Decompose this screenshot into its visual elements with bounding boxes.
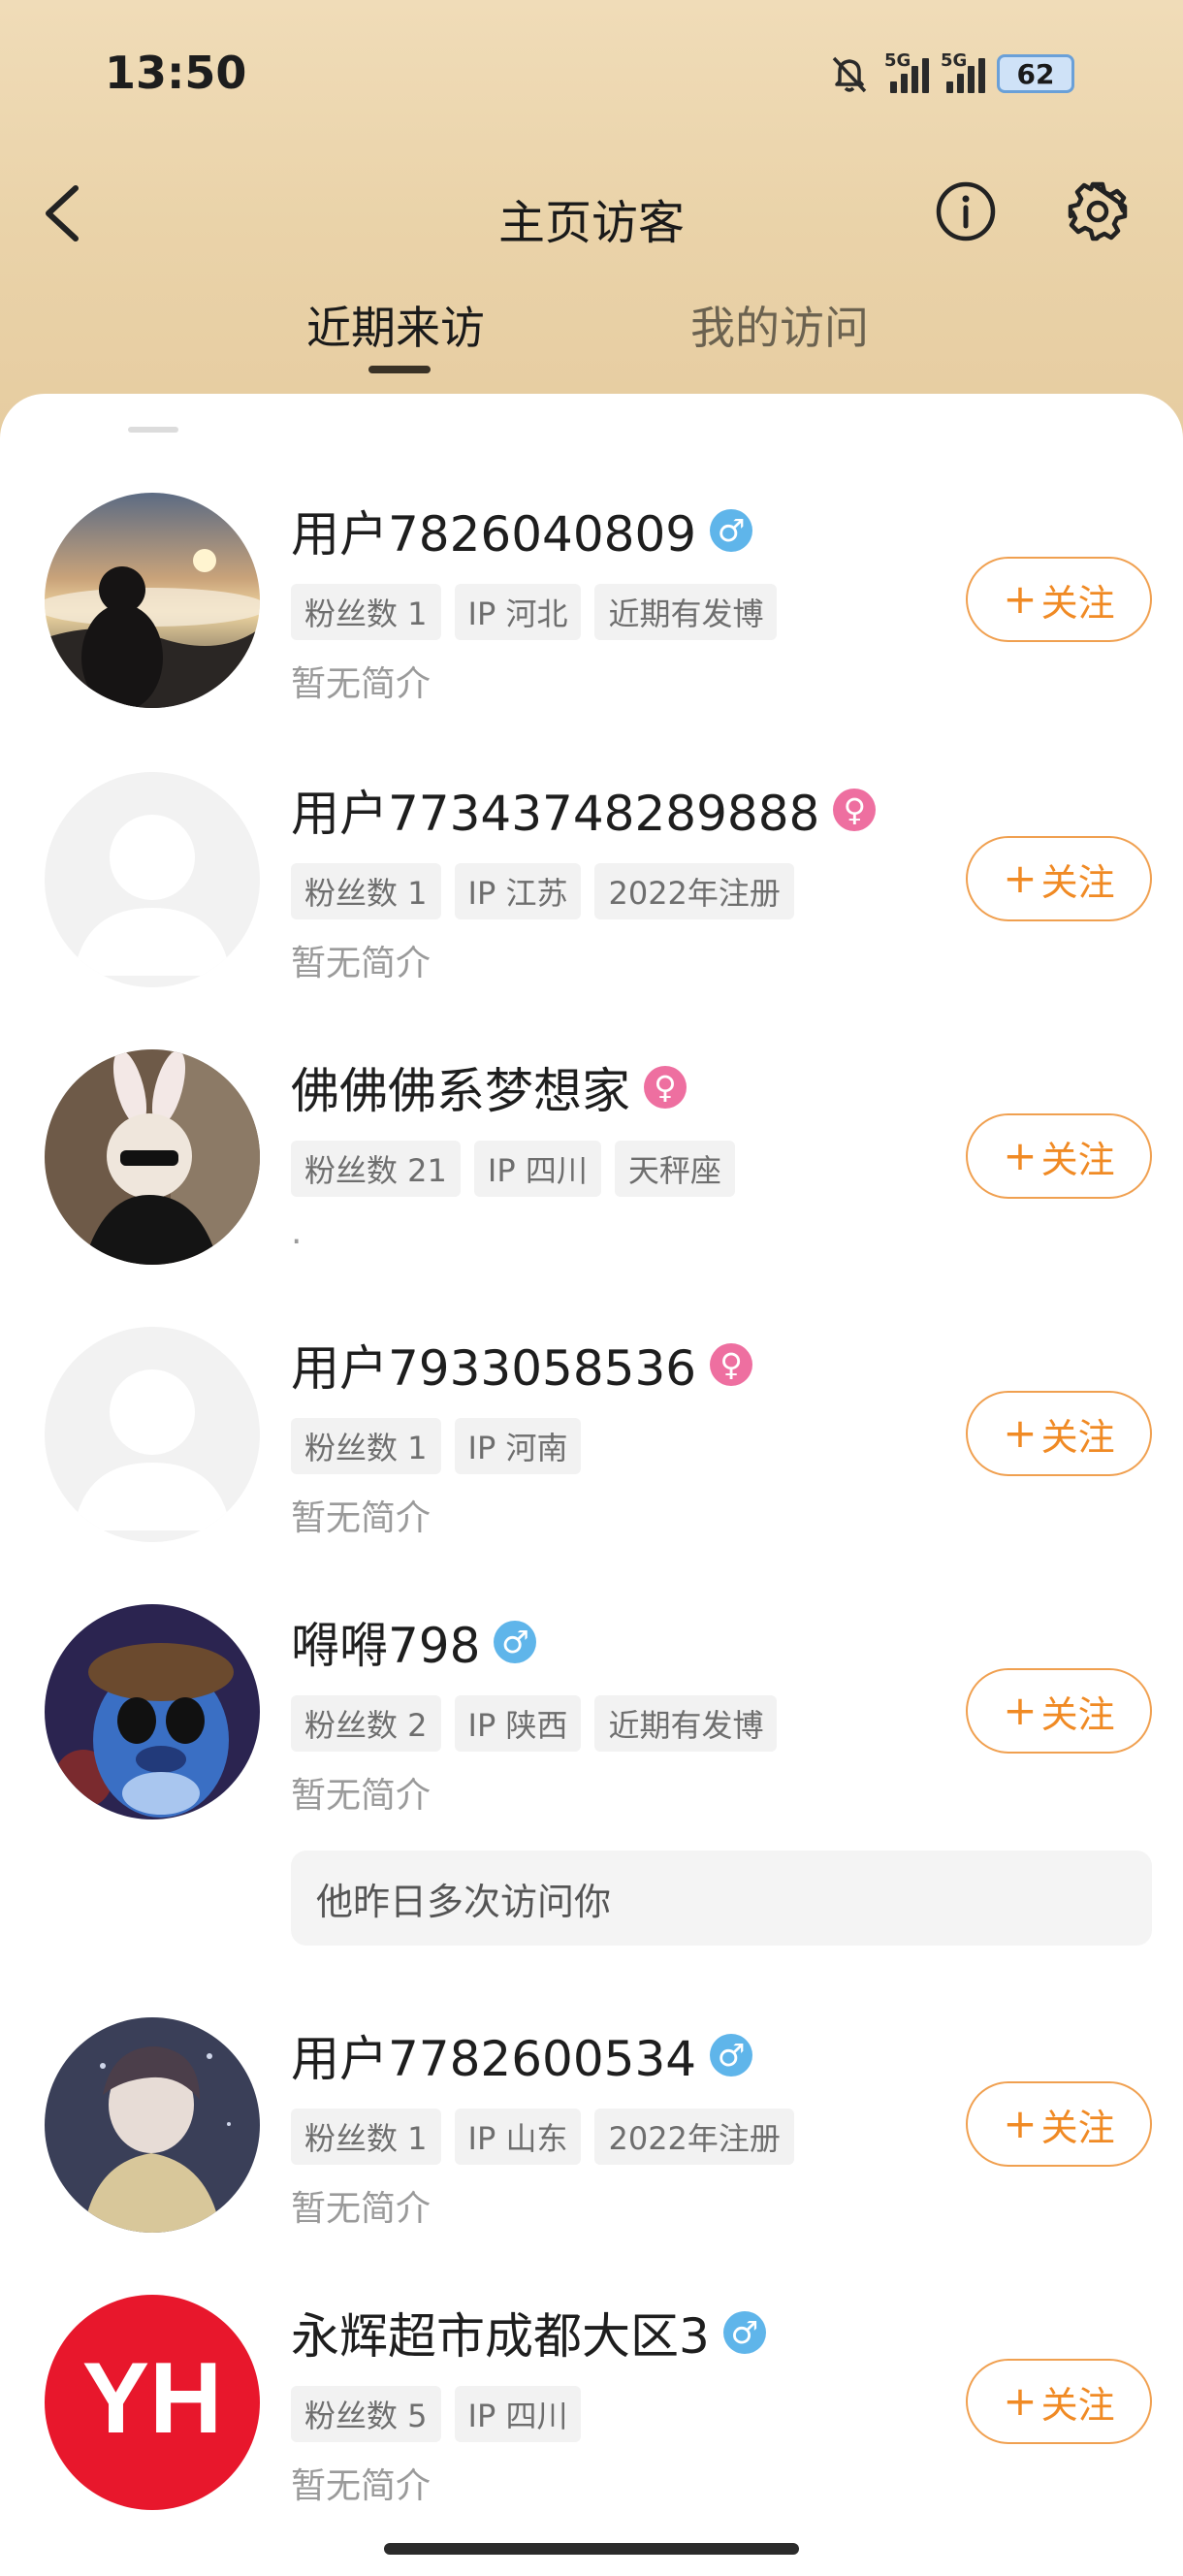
info-tag: 近期有发博	[594, 1695, 778, 1752]
plus-icon: +	[1003, 2377, 1038, 2425]
avatar[interactable]	[45, 2017, 260, 2233]
bio-text: .	[291, 1212, 303, 1252]
yh-logo-avatar[interactable]: YH	[45, 2295, 260, 2510]
visitor-row[interactable]: 佛佛佛系梦想家 ♀ 粉丝数 21 IP 四川 天秤座 . + 关注	[0, 1049, 1183, 1272]
visitor-row[interactable]: 用户7933058536 ♀ 粉丝数 1 IP 河南 暂无简介 + 关注	[0, 1327, 1183, 1550]
info-tag: 2022年注册	[594, 2109, 794, 2165]
plus-icon: +	[1003, 1409, 1038, 1457]
visitor-name[interactable]: 嘚嘚798	[291, 1607, 480, 1677]
visitor-row[interactable]: 用户7782600534 ♂ 粉丝数 1 IP 山东 2022年注册 暂无简介 …	[0, 2017, 1183, 2240]
fans-count-tag: 粉丝数 2	[291, 1695, 441, 1752]
plus-icon: +	[1003, 1132, 1038, 1179]
ip-location-tag: IP 陕西	[454, 1695, 582, 1752]
fans-count-tag: 粉丝数 1	[291, 863, 441, 919]
tab-my-visits[interactable]: 我的访问	[690, 293, 869, 357]
visitor-name[interactable]: 永辉超市成都大区3	[291, 2298, 710, 2367]
follow-button[interactable]: + 关注	[966, 836, 1152, 921]
default-avatar[interactable]	[45, 1327, 260, 1542]
visitor-name[interactable]: 用户77343748289888	[291, 775, 819, 845]
visit-notice: 他昨日多次访问你	[291, 1851, 1152, 1946]
follow-button[interactable]: + 关注	[966, 557, 1152, 642]
fans-count-tag: 粉丝数 1	[291, 1418, 441, 1474]
signal-5g-2-icon: 5G	[941, 50, 985, 93]
default-avatar[interactable]	[45, 772, 260, 987]
yh-logo-text: YH	[82, 2342, 222, 2455]
signal-5g-1-icon: 5G	[884, 50, 929, 93]
status-time: 13:50	[105, 47, 247, 99]
partially-hidden-row-edge	[128, 427, 178, 433]
visitor-row[interactable]: YH 永辉超市成都大区3 ♂ 粉丝数 5 IP 四川 暂无简介 + 关注	[0, 2295, 1183, 2518]
follow-button[interactable]: + 关注	[966, 1391, 1152, 1476]
follow-button[interactable]: + 关注	[966, 1668, 1152, 1754]
tab-recent-visits[interactable]: 近期来访	[306, 293, 485, 357]
fans-count-tag: 粉丝数 1	[291, 584, 441, 640]
ip-location-tag: IP 江苏	[454, 863, 582, 919]
default-user-icon	[45, 1327, 260, 1542]
female-gender-icon: ♀	[833, 789, 877, 831]
avatar[interactable]	[45, 1049, 260, 1265]
info-icon	[936, 181, 996, 242]
visitor-name[interactable]: 用户7933058536	[291, 1330, 696, 1400]
female-gender-icon: ♀	[644, 1066, 687, 1109]
avatar[interactable]	[45, 1604, 260, 1819]
tab-active-indicator	[368, 366, 431, 373]
male-gender-icon: ♂	[710, 2034, 753, 2077]
visitor-name[interactable]: 用户7782600534	[291, 2020, 696, 2090]
bio-text: 暂无简介	[291, 1498, 432, 1538]
ip-location-tag: IP 河南	[454, 1418, 582, 1474]
fans-count-tag: 粉丝数 1	[291, 2109, 441, 2165]
status-icons: 5G 5G 62	[826, 48, 1074, 99]
gear-icon	[1068, 181, 1128, 242]
ip-location-tag: IP 河北	[454, 584, 582, 640]
battery-indicator: 62	[997, 54, 1074, 93]
male-gender-icon: ♂	[722, 2311, 766, 2354]
info-tag: 天秤座	[614, 1141, 735, 1197]
bio-text: 暂无简介	[291, 1776, 432, 1816]
fans-count-tag: 粉丝数 5	[291, 2386, 441, 2442]
follow-button[interactable]: + 关注	[966, 2359, 1152, 2444]
visitor-row[interactable]: 嘚嘚798 ♂ 粉丝数 2 IP 陕西 近期有发博 暂无简介 + 关注	[0, 1604, 1183, 1827]
info-button[interactable]	[935, 180, 997, 242]
bio-text: 暂无简介	[291, 664, 432, 704]
ip-location-tag: IP 四川	[473, 1141, 601, 1197]
mute-bell-icon	[832, 56, 867, 93]
visitor-name[interactable]: 用户7826040809	[291, 496, 696, 565]
plus-icon: +	[1003, 2100, 1038, 2147]
follow-button[interactable]: + 关注	[966, 2081, 1152, 2167]
visitor-name[interactable]: 佛佛佛系梦想家	[291, 1052, 630, 1122]
plus-icon: +	[1003, 854, 1038, 902]
avatar[interactable]	[45, 493, 260, 708]
bio-text: 暂无简介	[291, 2466, 432, 2506]
settings-button[interactable]	[1067, 180, 1129, 242]
default-user-icon	[45, 772, 260, 987]
ip-location-tag: IP 山东	[454, 2109, 582, 2165]
bio-text: 暂无简介	[291, 2189, 432, 2229]
ip-location-tag: IP 四川	[454, 2386, 582, 2442]
home-indicator[interactable]	[384, 2543, 799, 2555]
visitor-row[interactable]: 用户7826040809 ♂ 粉丝数 1 IP 河北 近期有发博 暂无简介 + 关…	[0, 493, 1183, 716]
plus-icon: +	[1003, 575, 1038, 623]
visitor-row[interactable]: 用户77343748289888 ♀ 粉丝数 1 IP 江苏 2022年注册 暂…	[0, 772, 1183, 995]
plus-icon: +	[1003, 1687, 1038, 1734]
follow-button[interactable]: + 关注	[966, 1113, 1152, 1199]
info-tag: 近期有发博	[594, 584, 778, 640]
fans-count-tag: 粉丝数 21	[291, 1141, 461, 1197]
female-gender-icon: ♀	[710, 1343, 753, 1386]
male-gender-icon: ♂	[494, 1621, 537, 1663]
bio-text: 暂无简介	[291, 944, 432, 983]
info-tag: 2022年注册	[594, 863, 794, 919]
page-title: 主页访客	[497, 196, 685, 250]
male-gender-icon: ♂	[710, 509, 753, 552]
